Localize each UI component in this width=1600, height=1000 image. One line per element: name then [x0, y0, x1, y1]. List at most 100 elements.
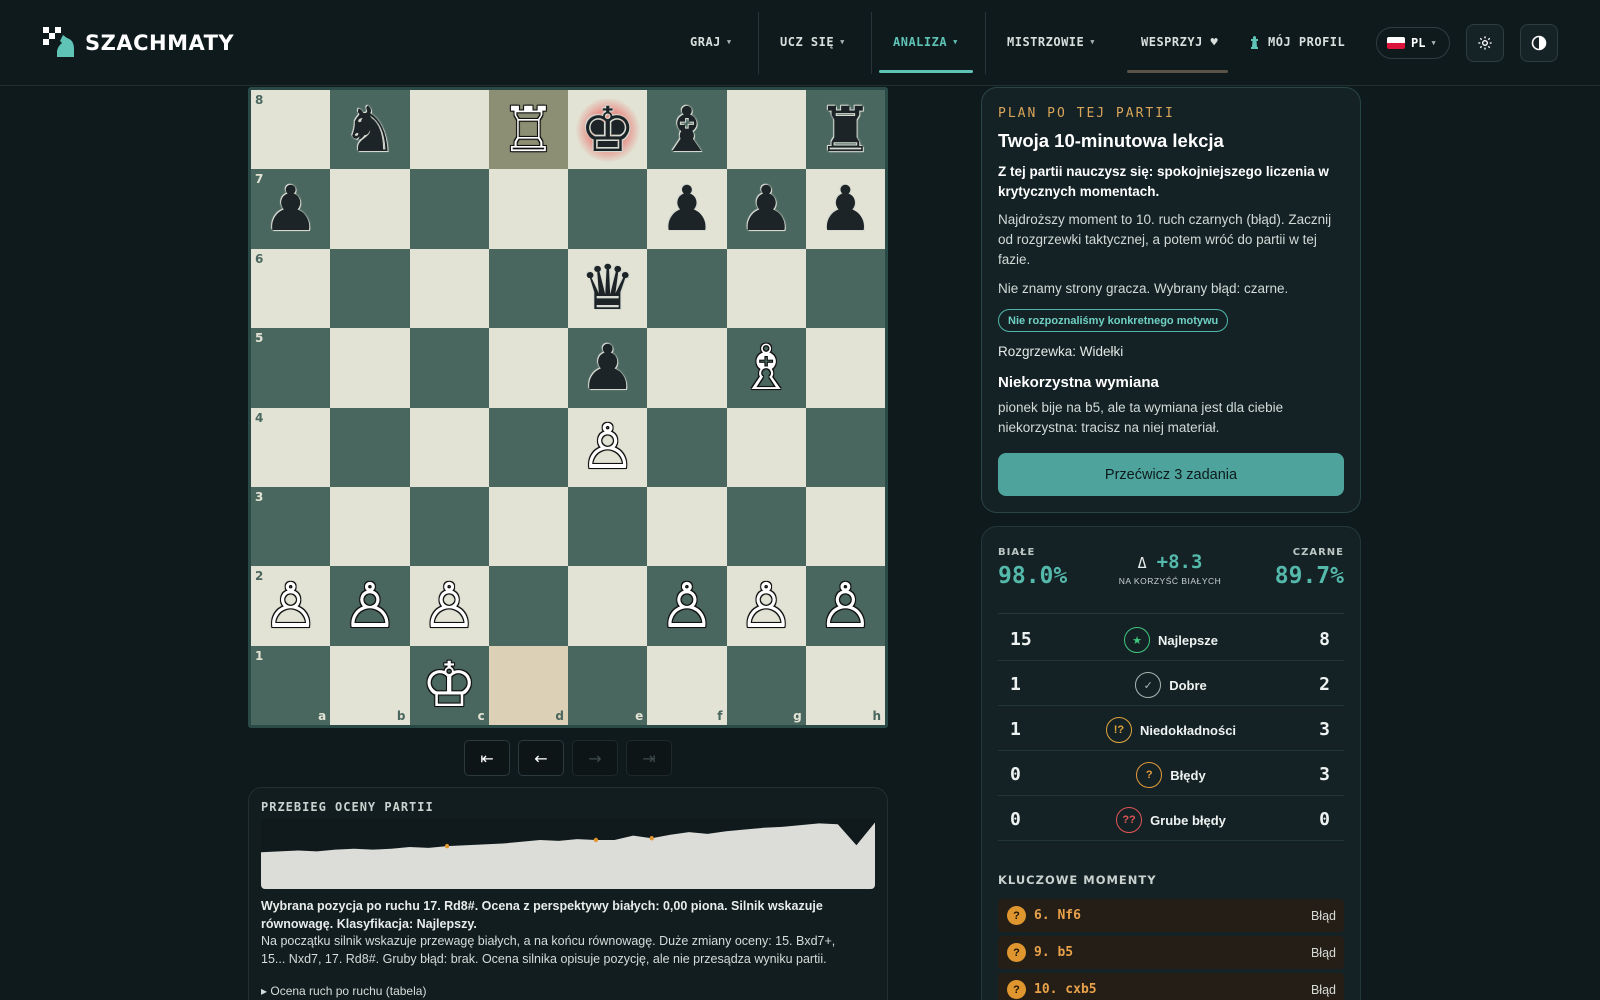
black-queen-icon[interactable]: ♛ [580, 257, 636, 319]
square-g1[interactable]: g [726, 645, 806, 725]
classification-row[interactable]: 1 ✓ Dobre 2 [998, 661, 1344, 706]
white-pawn-icon[interactable]: ♙ [342, 575, 398, 637]
square-c4[interactable] [409, 407, 489, 487]
language-selector[interactable]: PL ▼ [1376, 27, 1450, 59]
square-f1[interactable]: f [647, 645, 727, 725]
square-b8[interactable]: ♞ [330, 90, 410, 170]
square-h1[interactable]: h [805, 645, 885, 725]
square-e6[interactable]: ♛ [568, 248, 648, 329]
square-c7[interactable] [409, 169, 489, 249]
key-moment-row[interactable]: ? 9. b5 Błąd [998, 936, 1344, 969]
white-bishop-icon[interactable]: ♗ [738, 336, 794, 399]
square-h6[interactable] [805, 248, 885, 329]
square-c8[interactable] [409, 90, 489, 170]
square-g5[interactable]: ♗ [726, 328, 806, 408]
next-move-button[interactable]: → [572, 740, 618, 776]
black-king-icon[interactable]: ♚ [580, 98, 636, 161]
black-rook-icon[interactable]: ♜ [818, 98, 874, 161]
previous-move-button[interactable]: ← [518, 740, 564, 776]
square-e7[interactable] [568, 169, 648, 249]
square-e3[interactable] [568, 486, 648, 567]
evaluation-graph[interactable] [261, 819, 875, 889]
square-h4[interactable] [805, 407, 885, 487]
logo[interactable]: SZACHMATY [43, 27, 234, 59]
key-moment-row[interactable]: ? 10. cxb5 Błąd [998, 973, 1344, 1000]
square-h3[interactable] [805, 486, 885, 567]
white-pawn-icon[interactable]: ♙ [421, 575, 477, 637]
black-pawn-icon[interactable]: ♟ [659, 178, 715, 240]
black-pawn-icon[interactable]: ♟ [580, 336, 636, 399]
mistake-marker[interactable] [444, 843, 450, 849]
square-f5[interactable] [647, 328, 727, 408]
square-f7[interactable]: ♟ [647, 169, 727, 249]
square-b1[interactable]: b [330, 645, 410, 725]
square-a7[interactable]: 7 ♟ [251, 169, 331, 249]
evaluation-table-toggle[interactable]: ▸ Ocena ruch po ruchu (tabela) [261, 984, 426, 998]
square-h2[interactable]: ♙ [805, 566, 885, 646]
nav-play[interactable]: GRAJ ▼ [690, 30, 732, 54]
square-d5[interactable] [488, 328, 568, 408]
square-c5[interactable] [409, 328, 489, 408]
square-f2[interactable]: ♙ [647, 566, 727, 646]
square-a2[interactable]: 2 ♙ [251, 566, 331, 646]
square-d4[interactable] [488, 407, 568, 487]
square-b2[interactable]: ♙ [330, 566, 410, 646]
nav-support[interactable]: WESPRZYJ ♥ [1141, 30, 1218, 54]
square-g3[interactable] [726, 486, 806, 567]
square-f4[interactable] [647, 407, 727, 487]
square-g8[interactable] [726, 90, 806, 170]
square-d6[interactable] [488, 248, 568, 329]
black-pawn-icon[interactable]: ♟ [263, 178, 319, 240]
square-g6[interactable] [726, 248, 806, 329]
square-h5[interactable] [805, 328, 885, 408]
square-c6[interactable] [409, 248, 489, 329]
square-b4[interactable] [330, 407, 410, 487]
square-h8[interactable]: ♜ [805, 90, 885, 170]
square-a1[interactable]: 1a [251, 645, 331, 725]
square-a8[interactable]: 8 [251, 90, 331, 170]
square-a5[interactable]: 5 [251, 328, 331, 408]
white-pawn-icon[interactable]: ♙ [659, 575, 715, 637]
nav-learn[interactable]: UCZ SIĘ ▼ [780, 30, 845, 54]
black-knight-icon[interactable]: ♞ [342, 98, 398, 161]
key-moment-row[interactable]: ? 6. Nf6 Błąd [998, 899, 1344, 932]
square-b5[interactable] [330, 328, 410, 408]
first-move-button[interactable]: ⇤ [464, 740, 510, 776]
square-e1[interactable]: e [568, 645, 648, 725]
square-d2[interactable] [488, 566, 568, 646]
square-e4[interactable]: ♙ [568, 407, 648, 487]
last-move-button[interactable]: ⇥ [626, 740, 672, 776]
square-d3[interactable] [488, 486, 568, 567]
white-pawn-icon[interactable]: ♙ [738, 575, 794, 637]
square-b6[interactable] [330, 248, 410, 329]
mistake-marker[interactable] [593, 837, 599, 843]
white-pawn-icon[interactable]: ♙ [580, 416, 636, 478]
square-c2[interactable]: ♙ [409, 566, 489, 646]
square-a6[interactable]: 6 [251, 248, 331, 329]
square-a3[interactable]: 3 [251, 486, 331, 567]
white-pawn-icon[interactable]: ♙ [818, 575, 874, 637]
square-f8[interactable]: ♝ [647, 90, 727, 170]
square-e5[interactable]: ♟ [568, 328, 648, 408]
square-d7[interactable] [488, 169, 568, 249]
square-b7[interactable] [330, 169, 410, 249]
square-h7[interactable]: ♟ [805, 169, 885, 249]
white-pawn-icon[interactable]: ♙ [263, 575, 319, 637]
square-a4[interactable]: 4 [251, 407, 331, 487]
classification-row[interactable]: 0?? Grube błędy 0 [998, 796, 1344, 841]
white-king-icon[interactable]: ♔ [421, 654, 477, 716]
settings-button[interactable] [1466, 24, 1504, 62]
classification-row[interactable]: 0? Błędy 3 [998, 751, 1344, 796]
mistake-marker[interactable] [649, 836, 654, 841]
chess-board[interactable]: 8 ♞ ♖ ♚ ♝ ♜ 7 ♟ ♟ ♟ ♟ 6 ♛ 5 ♟ ♗ 4 ♙ 3 2 ♙ ♙ ♙ ♙ ♙ ♙ 1 a b c ♔ d e f g h [251, 90, 885, 725]
nav-profile[interactable]: MÓJ PROFIL [1247, 30, 1345, 54]
nav-analysis[interactable]: ANALIZA ▼ [893, 30, 958, 54]
square-d1[interactable]: d [488, 645, 568, 725]
black-bishop-icon[interactable]: ♝ [659, 98, 715, 161]
square-e8[interactable]: ♚ [568, 90, 648, 170]
square-f6[interactable] [647, 248, 727, 329]
classification-row[interactable]: 15 ★ Najlepsze 8 [998, 616, 1344, 661]
black-pawn-icon[interactable]: ♟ [738, 178, 794, 240]
theme-toggle-button[interactable] [1520, 24, 1558, 62]
square-f3[interactable] [647, 486, 727, 567]
